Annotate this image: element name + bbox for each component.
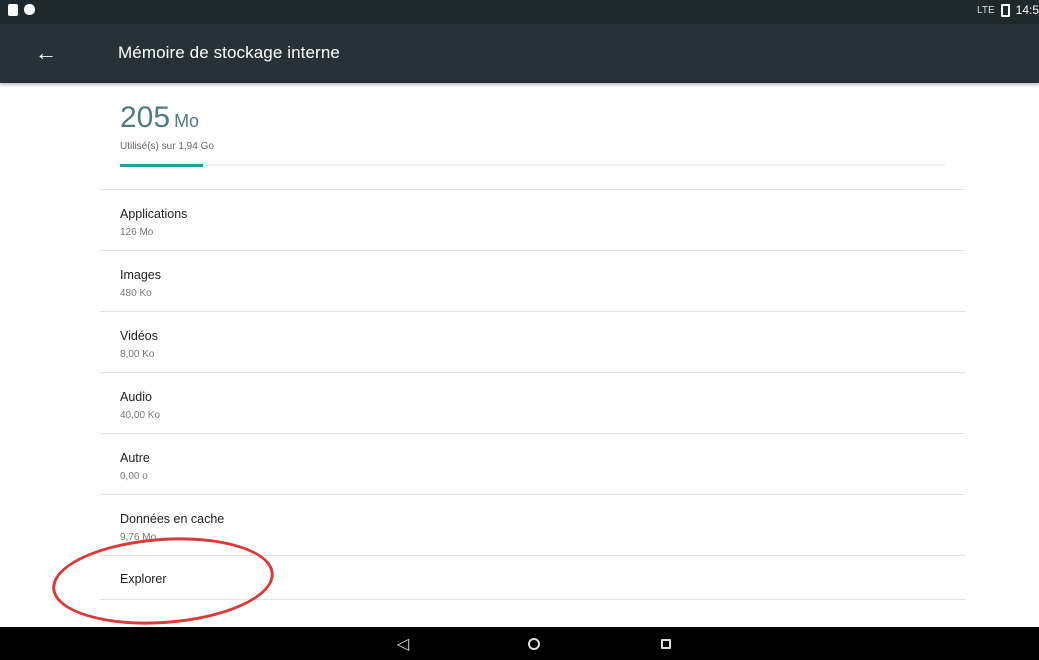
category-title: Audio [120,390,152,404]
nav-home-icon [528,638,540,650]
page-title: Mémoire de stockage interne [118,43,340,62]
android-icon [24,4,35,15]
category-videos[interactable]: Vidéos 8,00 Ko [100,312,965,372]
category-size: 8,00 Ko [120,349,155,360]
category-applications[interactable]: Applications 126 Mo [100,190,965,250]
navigation-bar: ◁ [0,627,1039,660]
category-title: Explorer [120,572,167,586]
storage-progress-bar [120,164,945,167]
category-size: 40,00 Ko [120,410,161,421]
divider [100,599,965,600]
status-time: 14:5 [1015,3,1039,17]
category-title: Vidéos [120,329,158,343]
storage-progress-fill [120,164,203,167]
explore-item[interactable]: Explorer [100,556,965,600]
used-unit: Mo [174,111,200,131]
used-subtitle: Utilisé(s) sur 1,94 Go [120,141,214,152]
nav-recent-icon [661,639,671,649]
nav-home-button[interactable] [520,631,548,657]
arrow-back-icon: ← [35,40,57,65]
storage-summary: 205 Mo Utilisé(s) sur 1,94 Go [120,101,214,152]
nav-recent-button[interactable] [652,631,680,657]
back-button[interactable]: ← [30,37,62,69]
nav-back-icon: ◁ [396,636,410,653]
status-system-icons: LTE 14:5 [977,3,1039,17]
status-bar: LTE 14:5 [0,0,1039,24]
battery-icon [1000,3,1010,17]
category-size: 0,00 o [120,471,148,482]
category-other[interactable]: Autre 0,00 o [100,434,965,494]
category-cached-data[interactable]: Données en cache 9,76 Mo [100,495,965,555]
category-title: Applications [120,207,188,221]
category-images[interactable]: Images 480 Ko [100,251,965,311]
category-title: Images [120,268,161,282]
category-size: 126 Mo [120,227,154,238]
category-title: Données en cache [120,512,225,526]
nav-back-button[interactable]: ◁ [389,631,417,657]
category-title: Autre [120,451,150,465]
status-notifications [8,4,35,16]
category-audio[interactable]: Audio 40,00 Ko [100,373,965,433]
used-value: 205 [120,101,171,134]
storage-content: 205 Mo Utilisé(s) sur 1,94 Go Application… [0,83,1039,627]
category-size: 480 Ko [120,288,152,299]
category-size: 9,76 Mo [120,532,157,543]
sim-card-icon [8,4,18,16]
signal-icon: LTE [977,4,995,16]
app-bar: ← Mémoire de stockage interne [0,24,1039,83]
